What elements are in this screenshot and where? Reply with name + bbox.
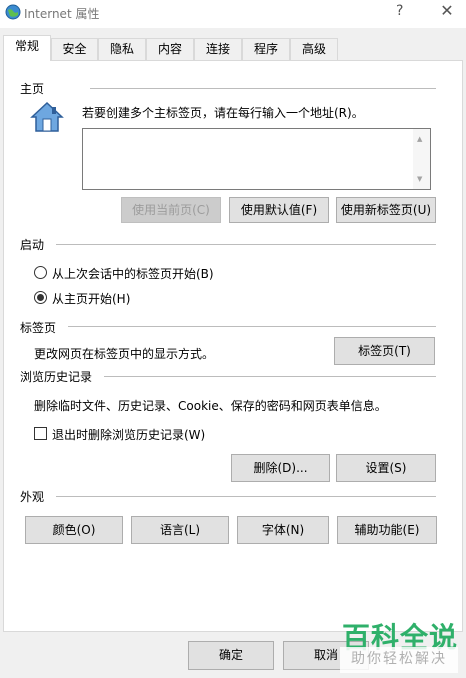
tab-security[interactable]: 安全 — [51, 38, 98, 60]
delete-on-exit-checkbox[interactable] — [34, 427, 47, 440]
accessibility-button[interactable]: 辅助功能(E) — [337, 516, 437, 544]
tabs-group-label: 标签页 — [20, 321, 57, 335]
tab-privacy[interactable]: 隐私 — [98, 38, 146, 60]
history-separator — [104, 376, 436, 377]
fonts-button[interactable]: 字体(N) — [237, 516, 329, 544]
address-scrollbar[interactable]: ▲ ▼ — [413, 129, 430, 189]
history-group-label: 浏览历史记录 — [20, 370, 93, 384]
tabs-description: 更改网页在标签页中的显示方式。 — [34, 347, 215, 361]
internet-globe-icon — [5, 4, 21, 20]
ok-button[interactable]: 确定 — [188, 641, 274, 670]
tabs-separator — [68, 326, 436, 327]
close-button[interactable]: ✕ — [436, 1, 458, 20]
home-separator — [90, 88, 436, 89]
tab-connections[interactable]: 连接 — [194, 38, 242, 60]
tabs-settings-button[interactable]: 标签页(T) — [334, 337, 435, 365]
home-page-address-input[interactable]: ▲ ▼ — [82, 128, 431, 190]
use-default-button[interactable]: 使用默认值(F) — [229, 197, 329, 223]
watermark-subtitle: 助你轻松解决 — [340, 647, 458, 673]
radio-last-session-label[interactable]: 从上次会话中的标签页开始(B) — [52, 265, 214, 282]
home-instruction: 若要创建多个主标签页，请在每行输入一个地址(R)。 — [82, 106, 364, 120]
delete-on-exit-label[interactable]: 退出时删除浏览历史记录(W) — [52, 426, 205, 443]
tab-advanced[interactable]: 高级 — [290, 38, 338, 60]
radio-home-page-label[interactable]: 从主页开始(H) — [52, 290, 130, 307]
startup-separator — [56, 244, 436, 245]
radio-selected-dot — [37, 294, 44, 301]
window-title: Internet 属性 — [24, 7, 100, 21]
scroll-up-icon[interactable]: ▲ — [417, 135, 422, 143]
tab-general[interactable]: 常规 — [3, 35, 51, 61]
languages-button[interactable]: 语言(L) — [131, 516, 229, 544]
home-group-label: 主页 — [20, 82, 45, 96]
house-icon — [30, 100, 64, 134]
title-bar: Internet 属性 ? ✕ — [0, 0, 466, 28]
tab-content[interactable]: 内容 — [146, 38, 194, 60]
delete-history-button[interactable]: 删除(D)... — [231, 454, 330, 482]
use-current-button[interactable]: 使用当前页(C) — [121, 197, 221, 223]
appearance-separator — [56, 496, 436, 497]
use-new-tab-button[interactable]: 使用新标签页(U) — [336, 197, 436, 223]
history-settings-button[interactable]: 设置(S) — [336, 454, 436, 482]
startup-group-label: 启动 — [20, 238, 45, 252]
colors-button[interactable]: 颜色(O) — [25, 516, 123, 544]
history-description: 删除临时文件、历史记录、Cookie、保存的密码和网页表单信息。 — [34, 399, 387, 413]
appearance-group-label: 外观 — [20, 490, 45, 504]
tab-programs[interactable]: 程序 — [242, 38, 290, 60]
help-button[interactable]: ? — [396, 3, 403, 19]
radio-last-session[interactable] — [34, 266, 47, 279]
scroll-down-icon[interactable]: ▼ — [417, 175, 422, 183]
radio-home-page[interactable] — [34, 291, 47, 304]
